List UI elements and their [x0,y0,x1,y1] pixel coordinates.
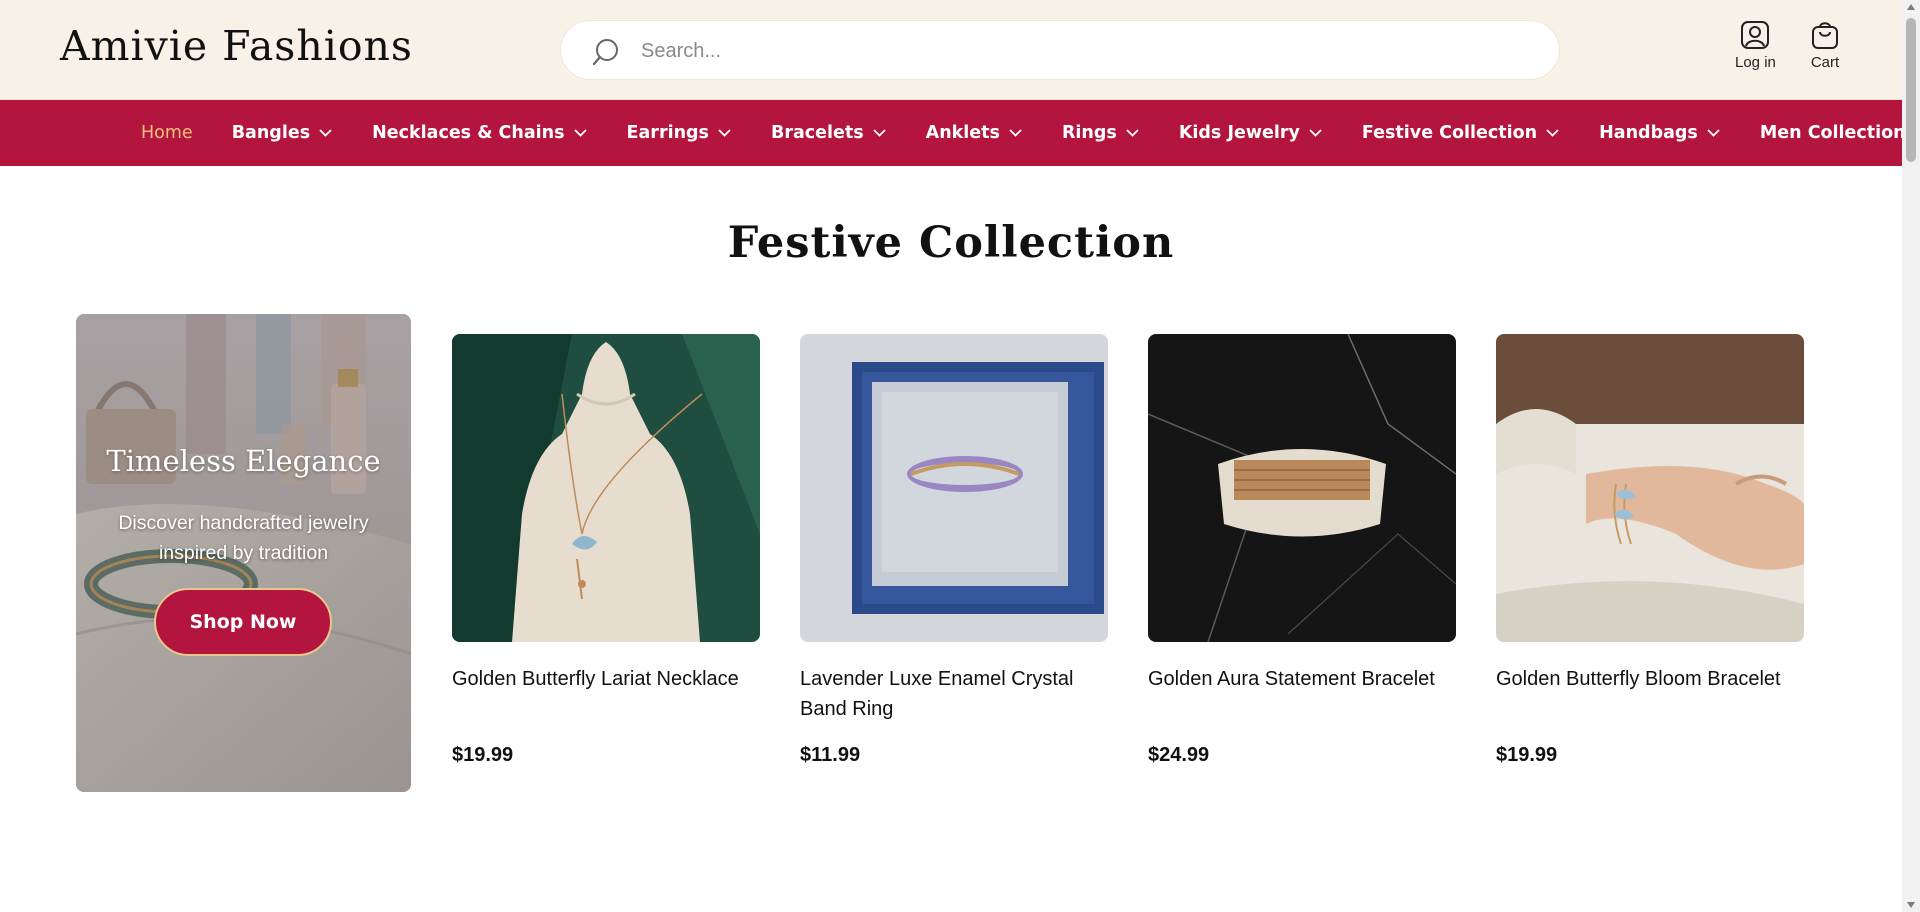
product-price: $19.99 [452,744,514,766]
product-name[interactable]: Golden Butterfly Lariat Necklace [452,664,760,724]
product-image[interactable] [1496,334,1804,642]
necklace-image [452,334,760,642]
promo-subtitle: Discover handcrafted jewelry inspired by… [118,512,369,564]
chevron-down-icon [319,129,332,137]
site-logo[interactable]: Amivie Fashions [60,22,413,70]
chevron-down-icon [1546,129,1559,137]
product-name[interactable]: Golden Butterfly Bloom Bracelet [1496,664,1804,724]
nav-item-bangles[interactable]: Bangles [232,123,333,143]
product-name[interactable]: Golden Aura Statement Bracelet [1148,664,1456,724]
product-image[interactable] [1148,334,1456,642]
shop-now-button[interactable]: Shop Now [154,588,332,656]
nav-label: Earrings [626,123,709,143]
nav-item-rings[interactable]: Rings [1062,123,1140,143]
login-button[interactable]: Log in [1735,20,1776,71]
chevron-down-icon [1009,129,1022,137]
nav-item-bracelets[interactable]: Bracelets [771,123,887,143]
nav-label: Bangles [231,123,311,143]
nav-label: Anklets [925,123,1000,143]
statement-bracelet-image [1148,334,1456,642]
search-bar[interactable] [560,20,1560,80]
chevron-down-icon [873,129,886,137]
nav-label: Home [141,123,193,143]
cart-label: Cart [1810,54,1840,71]
scroll-down-arrow-icon[interactable] [1907,902,1915,908]
nav-item-home[interactable]: Home [141,123,193,143]
chevron-down-icon [1707,129,1720,137]
chevron-down-icon [573,129,587,137]
nav-label: Men Collection [1759,123,1906,143]
nav-label: Necklaces & Chains [372,123,565,143]
nav-label: Rings [1061,123,1117,143]
product-name[interactable]: Lavender Luxe Enamel Crystal Band Ring [800,664,1108,724]
site-header: Amivie Fashions Log in Cart [0,0,1902,100]
nav-item-men-collection[interactable]: Men Collection [1760,123,1906,143]
product-image[interactable] [452,334,760,642]
nav-item-anklets[interactable]: Anklets [926,123,1023,143]
cart-button[interactable]: Cart [1810,20,1840,71]
main-nav: Home Bangles Necklaces & Chains Earrings… [0,100,1906,166]
product-card[interactable]: Lavender Luxe Enamel Crystal Band Ring $… [800,334,1108,766]
scrollbar-thumb[interactable] [1906,18,1916,162]
nav-label: Handbags [1599,123,1698,143]
promo-title: Timeless Elegance [106,444,381,478]
nav-item-earrings[interactable]: Earrings [627,123,732,143]
promo-banner: Timeless Elegance Discover handcrafted j… [76,314,411,792]
user-icon [1741,21,1770,49]
search-input[interactable] [641,35,1521,67]
chevron-down-icon [1309,129,1322,137]
nav-label: Kids Jewelry [1178,123,1300,143]
login-label: Log in [1735,54,1776,71]
bloom-bracelet-image [1496,334,1804,642]
chevron-down-icon [718,129,731,137]
nav-item-handbags[interactable]: Handbags [1599,123,1721,143]
product-price: $24.99 [1148,744,1210,766]
vertical-scrollbar[interactable] [1902,0,1920,912]
search-icon[interactable] [591,37,621,67]
nav-label: Festive Collection [1361,123,1538,143]
product-price: $19.99 [1496,744,1558,766]
product-price: $11.99 [800,744,861,766]
nav-item-necklaces-chains[interactable]: Necklaces & Chains [372,123,587,143]
nav-label: Bracelets [770,123,864,143]
section-title: Festive Collection [727,218,1175,268]
product-card[interactable]: Golden Butterfly Lariat Necklace $19.99 [452,334,760,766]
product-card[interactable]: Golden Butterfly Bloom Bracelet $19.99 [1496,334,1804,766]
shopping-bag-icon [1812,22,1838,49]
nav-item-kids-jewelry[interactable]: Kids Jewelry [1179,123,1323,143]
scroll-up-arrow-icon[interactable] [1907,4,1915,10]
product-card[interactable]: Golden Aura Statement Bracelet $24.99 [1148,334,1456,766]
ring-image [800,334,1108,642]
product-image[interactable] [800,334,1108,642]
chevron-down-icon [1126,129,1139,137]
nav-item-festive-collection[interactable]: Festive Collection [1362,123,1560,143]
